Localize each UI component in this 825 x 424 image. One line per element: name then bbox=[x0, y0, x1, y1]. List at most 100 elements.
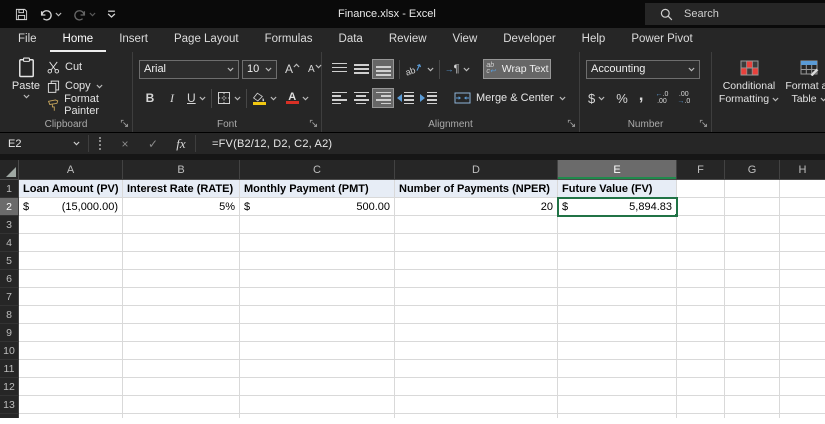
cell-E4[interactable] bbox=[558, 234, 677, 252]
merge-center-button[interactable]: Merge & Center bbox=[454, 92, 566, 104]
font-size-select[interactable]: 10 bbox=[242, 59, 277, 79]
align-center-button[interactable] bbox=[350, 88, 372, 108]
cell-F2[interactable] bbox=[677, 198, 725, 216]
decrease-decimal-button[interactable]: .00 →.0 bbox=[677, 91, 690, 105]
tab-insert[interactable]: Insert bbox=[106, 28, 161, 52]
cell-C7[interactable] bbox=[240, 288, 395, 306]
cell-E10[interactable] bbox=[558, 342, 677, 360]
chevron-down-icon[interactable] bbox=[270, 96, 277, 101]
cell-D12[interactable] bbox=[395, 378, 558, 396]
cell-C11[interactable] bbox=[240, 360, 395, 378]
cell-H11[interactable] bbox=[780, 360, 825, 378]
row-header-12[interactable]: 12 bbox=[0, 378, 19, 396]
cell-B9[interactable] bbox=[123, 324, 240, 342]
clipboard-dialog-launcher-icon[interactable] bbox=[120, 119, 129, 128]
font-name-select[interactable]: Arial bbox=[139, 59, 239, 79]
cell-D1[interactable]: Number of Payments (NPER) bbox=[395, 180, 558, 198]
cell-C8[interactable] bbox=[240, 306, 395, 324]
cell-H3[interactable] bbox=[780, 216, 825, 234]
cell-D3[interactable] bbox=[395, 216, 558, 234]
cell-B6[interactable] bbox=[123, 270, 240, 288]
copy-button[interactable]: Copy bbox=[47, 78, 132, 94]
customize-quick-access-icon[interactable] bbox=[107, 10, 116, 18]
bottom-align-button[interactable] bbox=[372, 59, 394, 79]
tab-developer[interactable]: Developer bbox=[490, 28, 568, 52]
orientation-icon[interactable]: ab ↗ bbox=[404, 61, 424, 77]
cell-G1[interactable] bbox=[725, 180, 780, 198]
cell-B1[interactable]: Interest Rate (RATE) bbox=[123, 180, 240, 198]
cell-B4[interactable] bbox=[123, 234, 240, 252]
cell-B10[interactable] bbox=[123, 342, 240, 360]
cell-A10[interactable] bbox=[19, 342, 123, 360]
cell-F10[interactable] bbox=[677, 342, 725, 360]
chevron-down-icon[interactable] bbox=[427, 67, 434, 72]
cell-A1[interactable]: Loan Amount (PV) bbox=[19, 180, 123, 198]
tab-help[interactable]: Help bbox=[569, 28, 619, 52]
row-header-3[interactable]: 3 bbox=[0, 216, 19, 234]
top-align-button[interactable] bbox=[328, 59, 350, 79]
cell-A11[interactable] bbox=[19, 360, 123, 378]
cell-F3[interactable] bbox=[677, 216, 725, 234]
row-header-5[interactable]: 5 bbox=[0, 252, 19, 270]
cell-A3[interactable] bbox=[19, 216, 123, 234]
row-header-11[interactable]: 11 bbox=[0, 360, 19, 378]
cell-H2[interactable] bbox=[780, 198, 825, 216]
cell-F7[interactable] bbox=[677, 288, 725, 306]
cell-D11[interactable] bbox=[395, 360, 558, 378]
row-header-4[interactable]: 4 bbox=[0, 234, 19, 252]
cell-D10[interactable] bbox=[395, 342, 558, 360]
row-header-14[interactable]: 14 bbox=[0, 414, 19, 418]
format-painter-button[interactable]: Format Painter bbox=[47, 93, 132, 117]
cell-H14[interactable] bbox=[780, 414, 825, 418]
cell-D9[interactable] bbox=[395, 324, 558, 342]
cell-B5[interactable] bbox=[123, 252, 240, 270]
cell-A12[interactable] bbox=[19, 378, 123, 396]
cell-B3[interactable] bbox=[123, 216, 240, 234]
cell-F14[interactable] bbox=[677, 414, 725, 418]
column-header-g[interactable]: G bbox=[725, 160, 780, 180]
align-left-button[interactable] bbox=[328, 88, 350, 108]
row-header-8[interactable]: 8 bbox=[0, 306, 19, 324]
text-direction-icon[interactable]: → ¶ bbox=[445, 63, 460, 75]
row-header-9[interactable]: 9 bbox=[0, 324, 19, 342]
comma-style-button[interactable]: , bbox=[639, 85, 644, 105]
cell-H5[interactable] bbox=[780, 252, 825, 270]
cell-C2[interactable]: $500.00 bbox=[240, 198, 395, 216]
tab-review[interactable]: Review bbox=[376, 28, 440, 52]
cell-A14[interactable] bbox=[19, 414, 123, 418]
cell-F4[interactable] bbox=[677, 234, 725, 252]
cell-B13[interactable] bbox=[123, 396, 240, 414]
cell-E11[interactable] bbox=[558, 360, 677, 378]
cell-H8[interactable] bbox=[780, 306, 825, 324]
chevron-down-icon[interactable] bbox=[199, 96, 206, 101]
cell-A4[interactable] bbox=[19, 234, 123, 252]
cell-E5[interactable] bbox=[558, 252, 677, 270]
redo-icon[interactable] bbox=[73, 8, 96, 21]
cell-C14[interactable] bbox=[240, 414, 395, 418]
align-right-button[interactable] bbox=[372, 88, 394, 108]
cell-D5[interactable] bbox=[395, 252, 558, 270]
cell-G3[interactable] bbox=[725, 216, 780, 234]
cell-C10[interactable] bbox=[240, 342, 395, 360]
cell-G13[interactable] bbox=[725, 396, 780, 414]
cell-D8[interactable] bbox=[395, 306, 558, 324]
cell-C3[interactable] bbox=[240, 216, 395, 234]
confirm-entry-icon[interactable]: ✓ bbox=[139, 137, 167, 151]
select-all-button[interactable] bbox=[0, 160, 19, 180]
borders-icon[interactable] bbox=[217, 91, 231, 105]
cell-E3[interactable] bbox=[558, 216, 677, 234]
cell-F9[interactable] bbox=[677, 324, 725, 342]
cell-E7[interactable] bbox=[558, 288, 677, 306]
cell-E8[interactable] bbox=[558, 306, 677, 324]
cell-A6[interactable] bbox=[19, 270, 123, 288]
row-header-10[interactable]: 10 bbox=[0, 342, 19, 360]
cut-button[interactable]: Cut bbox=[47, 59, 132, 75]
cell-B11[interactable] bbox=[123, 360, 240, 378]
alignment-dialog-launcher-icon[interactable] bbox=[567, 119, 576, 128]
tab-formulas[interactable]: Formulas bbox=[252, 28, 326, 52]
cell-G7[interactable] bbox=[725, 288, 780, 306]
cell-A13[interactable] bbox=[19, 396, 123, 414]
cell-A2[interactable]: $ (15,000.00) bbox=[19, 198, 123, 216]
cell-C9[interactable] bbox=[240, 324, 395, 342]
cell-H13[interactable] bbox=[780, 396, 825, 414]
